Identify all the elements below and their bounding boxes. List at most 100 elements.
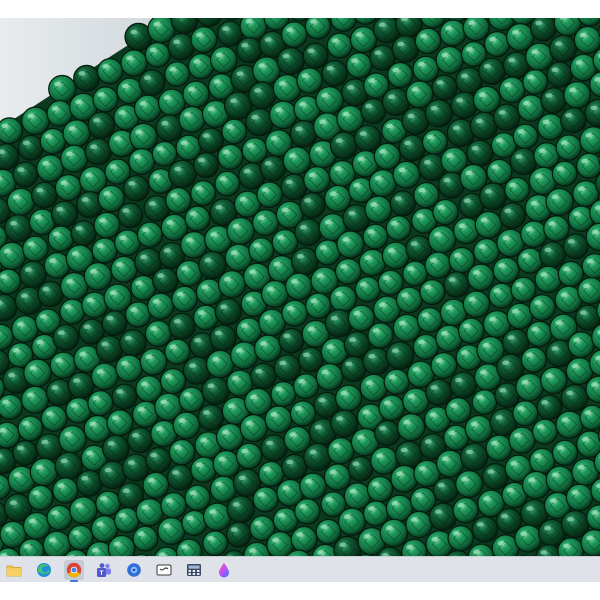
chrome-icon (66, 562, 82, 577)
malachite-bead (268, 100, 298, 130)
malachite-bead (281, 299, 309, 327)
malachite-bead (299, 472, 327, 501)
malachite-bead (412, 55, 440, 83)
malachite-bead (270, 381, 297, 408)
malachite-bead (334, 257, 362, 285)
taskbar-chrome[interactable] (64, 559, 84, 582)
malachite-bead (303, 442, 332, 472)
malachite-bead (452, 497, 479, 524)
malachite-bead (557, 260, 584, 288)
malachite-bead (577, 277, 600, 305)
malachite-bead (508, 426, 536, 454)
malachite-bead (217, 143, 244, 170)
malachite-bead (192, 304, 219, 331)
malachite-bead (142, 471, 170, 499)
malachite-bead (402, 387, 430, 415)
taskbar-teams[interactable]: T (94, 560, 114, 580)
malachite-bead (147, 292, 175, 320)
malachite-bead (362, 347, 391, 376)
edge-icon (37, 562, 51, 577)
malachite-bead (157, 517, 186, 546)
malachite-bead (31, 181, 58, 209)
malachite-bead (278, 327, 305, 354)
malachite-bead (54, 451, 83, 481)
malachite-bead (209, 475, 237, 503)
malachite-bead (560, 106, 587, 134)
malachite-bead (225, 521, 252, 548)
malachite-bead (385, 215, 412, 242)
taskbar-edge[interactable] (34, 560, 54, 580)
malachite-bead (226, 216, 255, 246)
malachite-bead (236, 36, 263, 64)
malachite-bead (184, 484, 211, 511)
malachite-bead (323, 463, 352, 491)
malachite-bead (579, 404, 600, 431)
malachite-bead (387, 61, 414, 89)
malachite-bead (239, 414, 268, 443)
malachite-bead (367, 322, 394, 349)
taskbar-color-app[interactable] (214, 560, 234, 580)
malachite-bead (49, 351, 77, 379)
malachite-bead (484, 31, 511, 58)
malachite-bead (520, 220, 548, 248)
malachite-bead (529, 18, 557, 42)
malachite-bead (184, 205, 211, 232)
malachite-bead (214, 298, 242, 326)
malachite-bead (499, 202, 526, 230)
malachite-bead (22, 235, 49, 263)
malachite-bead (567, 331, 595, 359)
malachite-bead (466, 139, 494, 167)
malachite-bead (48, 74, 77, 104)
malachite-bead (485, 434, 513, 462)
malachite-bead (412, 333, 439, 360)
malachite-bead (443, 271, 470, 298)
taskbar-calculator[interactable] (184, 560, 204, 580)
malachite-bead (59, 144, 89, 173)
malachite-bead (340, 355, 367, 382)
taskbar-file-explorer[interactable] (4, 560, 24, 580)
malachite-bead (290, 247, 319, 276)
malachite-bead (193, 152, 220, 179)
malachite-bead (573, 25, 600, 54)
malachite-bead (271, 228, 299, 256)
malachite-bead (256, 181, 283, 208)
malachite-bead (488, 282, 515, 309)
malachite-bead (492, 256, 520, 284)
malachite-bead (6, 187, 36, 217)
malachite-bead (95, 490, 121, 517)
malachite-bead (245, 107, 274, 137)
malachite-bead (110, 255, 138, 283)
blue-circle-app-icon (127, 562, 141, 577)
malachite-bead (84, 137, 112, 166)
malachite-bead (326, 32, 353, 59)
malachite-bead (190, 456, 217, 483)
paint-drop-icon (219, 562, 229, 577)
malachite-bead (151, 140, 178, 167)
malachite-bead (543, 215, 570, 242)
malachite-bead (0, 393, 23, 420)
malachite-bead (528, 294, 556, 321)
malachite-bead (139, 347, 168, 376)
malachite-bead (289, 120, 318, 148)
malachite-bead (92, 86, 119, 113)
malachite-bead (178, 386, 205, 413)
malachite-bead (517, 94, 545, 122)
malachite-bead (296, 67, 323, 94)
malachite-bead (253, 334, 282, 363)
malachite-bead (209, 324, 237, 352)
malachite-bead (462, 290, 491, 318)
malachite-bead (282, 146, 312, 175)
malachite-bead (391, 35, 420, 63)
malachite-bead (473, 238, 500, 265)
malachite-bead (521, 470, 551, 500)
malachite-beads-photo (0, 18, 600, 556)
malachite-bead (540, 87, 567, 114)
taskbar-notes-app[interactable] (154, 560, 174, 580)
malachite-bead (565, 483, 594, 512)
malachite-bead (378, 394, 405, 422)
desktop-screen: T (0, 0, 600, 600)
malachite-bead (115, 354, 144, 383)
taskbar-blue-app[interactable] (124, 560, 144, 580)
malachite-bead (335, 384, 363, 412)
malachite-bead (358, 248, 387, 277)
